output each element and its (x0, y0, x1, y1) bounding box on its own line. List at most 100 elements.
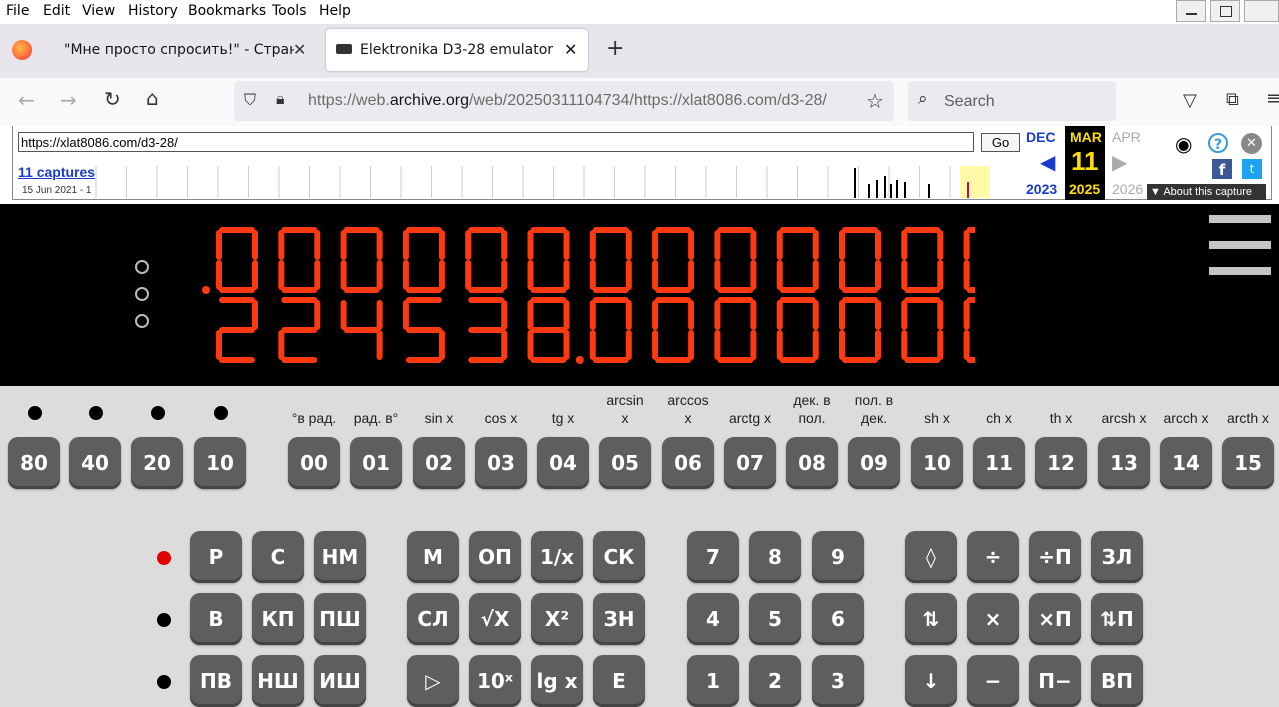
key-fn-06[interactable]: 06 (662, 437, 714, 489)
reload-icon[interactable]: ↻ (104, 87, 121, 111)
key-mid-2-3[interactable]: E (593, 655, 645, 707)
wayback-go-button[interactable]: Go (981, 133, 1020, 152)
capture-sparkline[interactable] (92, 162, 1008, 198)
key-fn-13[interactable]: 13 (1098, 437, 1150, 489)
key-ops-2-3[interactable]: ВП (1091, 655, 1143, 707)
back-icon[interactable]: ← (18, 88, 35, 112)
firefox-icon[interactable] (12, 40, 32, 60)
key-digits-1-1[interactable]: 5 (749, 593, 801, 645)
hamburger-menu-icon[interactable] (1209, 215, 1271, 223)
key-fn-04[interactable]: 04 (537, 437, 589, 489)
key-left-0-1[interactable]: С (252, 531, 304, 583)
about-capture-button[interactable]: ▼ About this capture (1147, 184, 1266, 200)
twitter-icon[interactable]: t (1242, 159, 1262, 179)
key-left-1-0[interactable]: В (190, 593, 242, 645)
key-fn-10[interactable]: 10 (911, 437, 963, 489)
menu-edit[interactable]: Edit (43, 3, 70, 19)
minimize-button[interactable] (1176, 0, 1206, 22)
lock-icon[interactable]: 🔒︎ (276, 89, 285, 109)
search-bar[interactable]: ⌕ Search (908, 81, 1116, 121)
key-mid-2-1[interactable]: 10ˣ (469, 655, 521, 707)
key-mid-0-1[interactable]: ОП (469, 531, 521, 583)
key-ops-1-1[interactable]: × (967, 593, 1019, 645)
user-icon[interactable]: ◉ (1175, 132, 1192, 156)
key-digits-0-2[interactable]: 9 (812, 531, 864, 583)
help-icon[interactable]: ? (1208, 133, 1228, 153)
key-fn-14[interactable]: 14 (1160, 437, 1212, 489)
key-digits-1-0[interactable]: 4 (687, 593, 739, 645)
shield-icon[interactable]: ⛉ (244, 90, 256, 110)
menu-view[interactable]: View (82, 3, 115, 19)
menu-history[interactable]: History (128, 3, 178, 19)
key-mid-0-0[interactable]: М (407, 531, 459, 583)
key-20[interactable]: 20 (131, 437, 183, 489)
close-wayback-icon[interactable]: ✕ (1241, 133, 1262, 154)
key-left-2-0[interactable]: ПВ (190, 655, 242, 707)
key-10[interactable]: 10 (194, 437, 246, 489)
forward-icon[interactable]: → (60, 88, 77, 112)
facebook-icon[interactable]: f (1212, 159, 1232, 179)
key-ops-0-1[interactable]: ÷ (967, 531, 1019, 583)
url-bar[interactable]: ⛉ 🔒︎ https://web.archive.org/web/2025031… (234, 81, 894, 121)
key-ops-1-3[interactable]: ⇅П (1091, 593, 1143, 645)
key-fn-09[interactable]: 09 (848, 437, 900, 489)
key-mid-2-2[interactable]: lg x (531, 655, 583, 707)
tab-mne-prosto[interactable]: "Мне просто спросить!" - Страни (64, 29, 294, 71)
key-left-0-0[interactable]: Р (190, 531, 242, 583)
key-ops-1-0[interactable]: ⇅ (905, 593, 957, 645)
key-left-1-1[interactable]: КП (252, 593, 304, 645)
close-window-button[interactable] (1244, 0, 1279, 22)
menu-file[interactable]: File (6, 3, 29, 19)
key-mid-1-3[interactable]: ЗН (593, 593, 645, 645)
key-fn-07[interactable]: 07 (724, 437, 776, 489)
key-left-1-2[interactable]: ПШ (314, 593, 366, 645)
key-left-2-2[interactable]: ИШ (314, 655, 366, 707)
key-mid-0-2[interactable]: 1/x (531, 531, 583, 583)
wayback-url-input[interactable]: https://xlat8086.com/d3-28/ (18, 132, 974, 152)
key-digits-2-1[interactable]: 2 (749, 655, 801, 707)
hamburger-menu-icon[interactable] (1209, 267, 1271, 275)
key-fn-08[interactable]: 08 (786, 437, 838, 489)
prev-arrow-icon[interactable]: ◀ (1040, 150, 1055, 174)
key-fn-12[interactable]: 12 (1035, 437, 1087, 489)
key-mid-1-2[interactable]: X² (531, 593, 583, 645)
key-ops-2-1[interactable]: − (967, 655, 1019, 707)
key-ops-2-2[interactable]: П− (1029, 655, 1081, 707)
key-mid-2-0[interactable]: ▷ (407, 655, 459, 707)
key-fn-05[interactable]: 05 (599, 437, 651, 489)
key-ops-1-2[interactable]: ×П (1029, 593, 1081, 645)
key-digits-1-2[interactable]: 6 (812, 593, 864, 645)
menu-bookmarks[interactable]: Bookmarks (188, 3, 266, 19)
prev-month[interactable]: DEC (1026, 129, 1056, 145)
menu-overflow-icon[interactable]: ≡ (1266, 88, 1279, 109)
tab-elektronika[interactable]: Elektronika D3-28 emulator ✕ (326, 29, 588, 71)
key-mid-1-0[interactable]: СЛ (407, 593, 459, 645)
key-40[interactable]: 40 (69, 437, 121, 489)
key-fn-01[interactable]: 01 (350, 437, 402, 489)
key-digits-2-2[interactable]: 3 (812, 655, 864, 707)
hamburger-menu-icon[interactable] (1209, 241, 1271, 249)
close-tab-icon[interactable]: ✕ (564, 29, 577, 71)
key-left-0-2[interactable]: НМ (314, 531, 366, 583)
restore-button[interactable] (1210, 0, 1240, 22)
key-fn-15[interactable]: 15 (1222, 437, 1274, 489)
key-digits-0-1[interactable]: 8 (749, 531, 801, 583)
key-fn-03[interactable]: 03 (475, 437, 527, 489)
menu-tools[interactable]: Tools (272, 3, 307, 19)
key-ops-0-0[interactable]: ◊ (905, 531, 957, 583)
prev-year[interactable]: 2023 (1026, 181, 1057, 197)
key-80[interactable]: 80 (8, 437, 60, 489)
key-mid-0-3[interactable]: СК (593, 531, 645, 583)
key-fn-00[interactable]: 00 (288, 437, 340, 489)
extensions-icon[interactable]: ⧉ (1226, 89, 1239, 110)
key-digits-2-0[interactable]: 1 (687, 655, 739, 707)
close-tab-icon[interactable]: ✕ (293, 40, 306, 59)
key-mid-1-1[interactable]: √X (469, 593, 521, 645)
key-fn-02[interactable]: 02 (413, 437, 465, 489)
captures-link[interactable]: 11 captures (18, 164, 95, 180)
key-ops-0-3[interactable]: ЗЛ (1091, 531, 1143, 583)
key-ops-0-2[interactable]: ÷П (1029, 531, 1081, 583)
pocket-icon[interactable]: ▽ (1183, 90, 1197, 111)
key-fn-11[interactable]: 11 (973, 437, 1025, 489)
home-icon[interactable]: ⌂ (146, 86, 159, 110)
